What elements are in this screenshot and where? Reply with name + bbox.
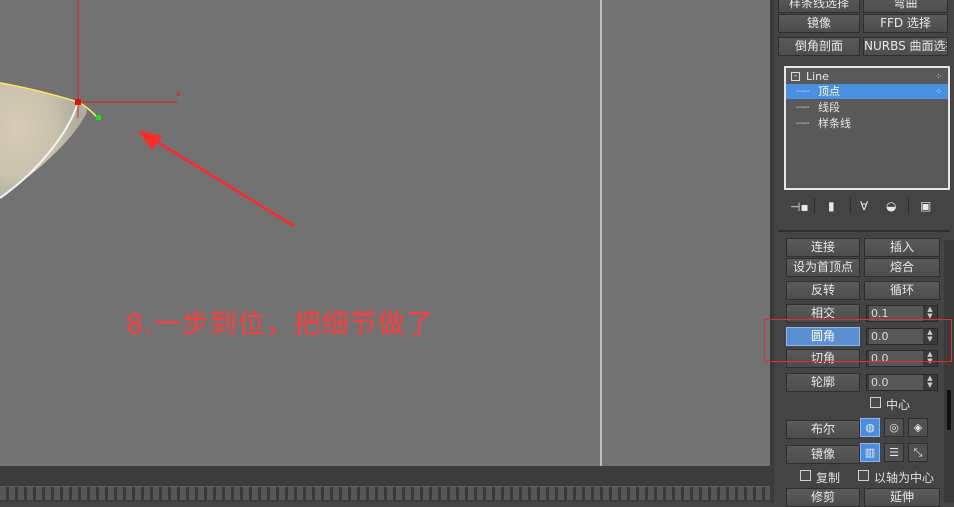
make-unique-icon[interactable]: ∀: [860, 199, 868, 213]
pin-stack-icon[interactable]: ⊣▪: [790, 200, 809, 214]
annotation-highlight-box: [764, 319, 952, 362]
mirror-button[interactable]: 镜像: [786, 445, 860, 464]
boolean-subtract-icon[interactable]: ◎: [884, 418, 904, 437]
mirror-vertical-icon[interactable]: ☰: [884, 443, 904, 462]
tree-connector: ┈┈: [796, 117, 810, 130]
boolean-intersect-icon[interactable]: ◈: [908, 418, 928, 437]
extend-button[interactable]: 延伸: [864, 488, 940, 507]
trim-button[interactable]: 修剪: [786, 488, 860, 507]
show-end-result-icon[interactable]: ▮: [828, 199, 835, 213]
cycle-button[interactable]: 循环: [864, 281, 940, 300]
spline-select-button[interactable]: 样条线选择: [778, 0, 860, 13]
mirror-horizontal-icon[interactable]: ▥: [860, 443, 880, 462]
scrollbar-thumb[interactable]: [947, 390, 951, 430]
stack-item-label: 线段: [818, 101, 840, 114]
ffd-select-button[interactable]: FFD 选择: [863, 14, 948, 33]
stack-item-spline[interactable]: ┈┈ 样条线: [786, 116, 948, 131]
timeline-bar[interactable]: [0, 466, 770, 502]
remove-modifier-icon[interactable]: ◒: [886, 199, 896, 213]
copy-checkbox[interactable]: [800, 470, 811, 481]
annotation-arrow-line: [145, 133, 295, 228]
reverse-button[interactable]: 反转: [786, 281, 860, 300]
rollout-divider: [778, 230, 950, 232]
about-pivot-label: 以轴为中心: [874, 471, 935, 485]
outline-spinner[interactable]: 0.0 ▲ ▼: [866, 374, 938, 391]
make-first-button[interactable]: 设为首顶点: [786, 258, 860, 277]
center-label: 中心: [886, 398, 911, 412]
insert-button[interactable]: 插入: [864, 238, 940, 257]
center-checkbox[interactable]: [870, 397, 881, 408]
stack-root-label: Line: [806, 70, 829, 83]
about-pivot-checkbox[interactable]: [858, 470, 869, 481]
outline-button[interactable]: 轮廓: [786, 373, 860, 392]
vertex-selected: [75, 99, 81, 105]
connect-button[interactable]: 连接: [786, 238, 860, 257]
outline-value[interactable]: 0.0: [869, 375, 923, 390]
toolbar-divider: [908, 198, 909, 214]
modifier-stack[interactable]: - Line ⁘ ┈┈ 顶点 ⁘ ┈┈ 线段 ┈┈ 样条线: [784, 66, 950, 190]
panel-scrollbar[interactable]: [944, 240, 954, 502]
boolean-union-icon[interactable]: ◍: [860, 418, 880, 437]
dots-icon: ⁘: [935, 72, 942, 81]
shape-fill: [0, 82, 87, 198]
toolbar-divider: [850, 198, 851, 214]
boolean-button[interactable]: 布尔: [786, 420, 860, 439]
viewport[interactable]: x 8.一步到位，把细节做了: [0, 0, 770, 466]
nurbs-surface-select-button[interactable]: NURBS 曲面选择: [863, 37, 948, 56]
vertex-green: [96, 115, 101, 120]
stack-item-label: 样条线: [818, 117, 851, 130]
mirror-modifier-button[interactable]: 镜像: [778, 14, 860, 33]
command-panel: 样条线选择 弯曲 镜像 FFD 选择 倒角剖面 NURBS 曲面选择 - Lin…: [770, 0, 954, 507]
annotation-arrow-head: [138, 130, 162, 150]
toolbar-divider: [814, 198, 815, 214]
annotation-text: 8.一步到位，把细节做了: [126, 309, 434, 340]
stack-item-label: 顶点: [818, 85, 840, 98]
configure-modifier-sets-icon[interactable]: ▣: [920, 199, 931, 213]
gizmo-x-label: x: [176, 89, 181, 98]
bend-button[interactable]: 弯曲: [863, 0, 948, 13]
stack-item-segment[interactable]: ┈┈ 线段: [786, 100, 948, 115]
tree-connector: ┈┈: [796, 85, 810, 98]
collapse-icon[interactable]: -: [791, 72, 800, 81]
spinner-arrows-icon[interactable]: ▲ ▼: [924, 375, 936, 390]
tree-connector: ┈┈: [796, 101, 810, 114]
mirror-both-icon[interactable]: ⤡: [908, 443, 928, 462]
fuse-button[interactable]: 熔合: [864, 258, 940, 277]
timeline-track[interactable]: [0, 486, 770, 500]
copy-label: 复制: [816, 471, 841, 485]
bevel-profile-button[interactable]: 倒角剖面: [778, 37, 860, 56]
stack-item-vertex[interactable]: ┈┈ 顶点 ⁘: [786, 84, 948, 99]
viewport-canvas[interactable]: x: [0, 0, 770, 466]
stack-item-line[interactable]: - Line ⁘: [786, 69, 948, 84]
dots-icon: ⁘: [935, 87, 942, 96]
